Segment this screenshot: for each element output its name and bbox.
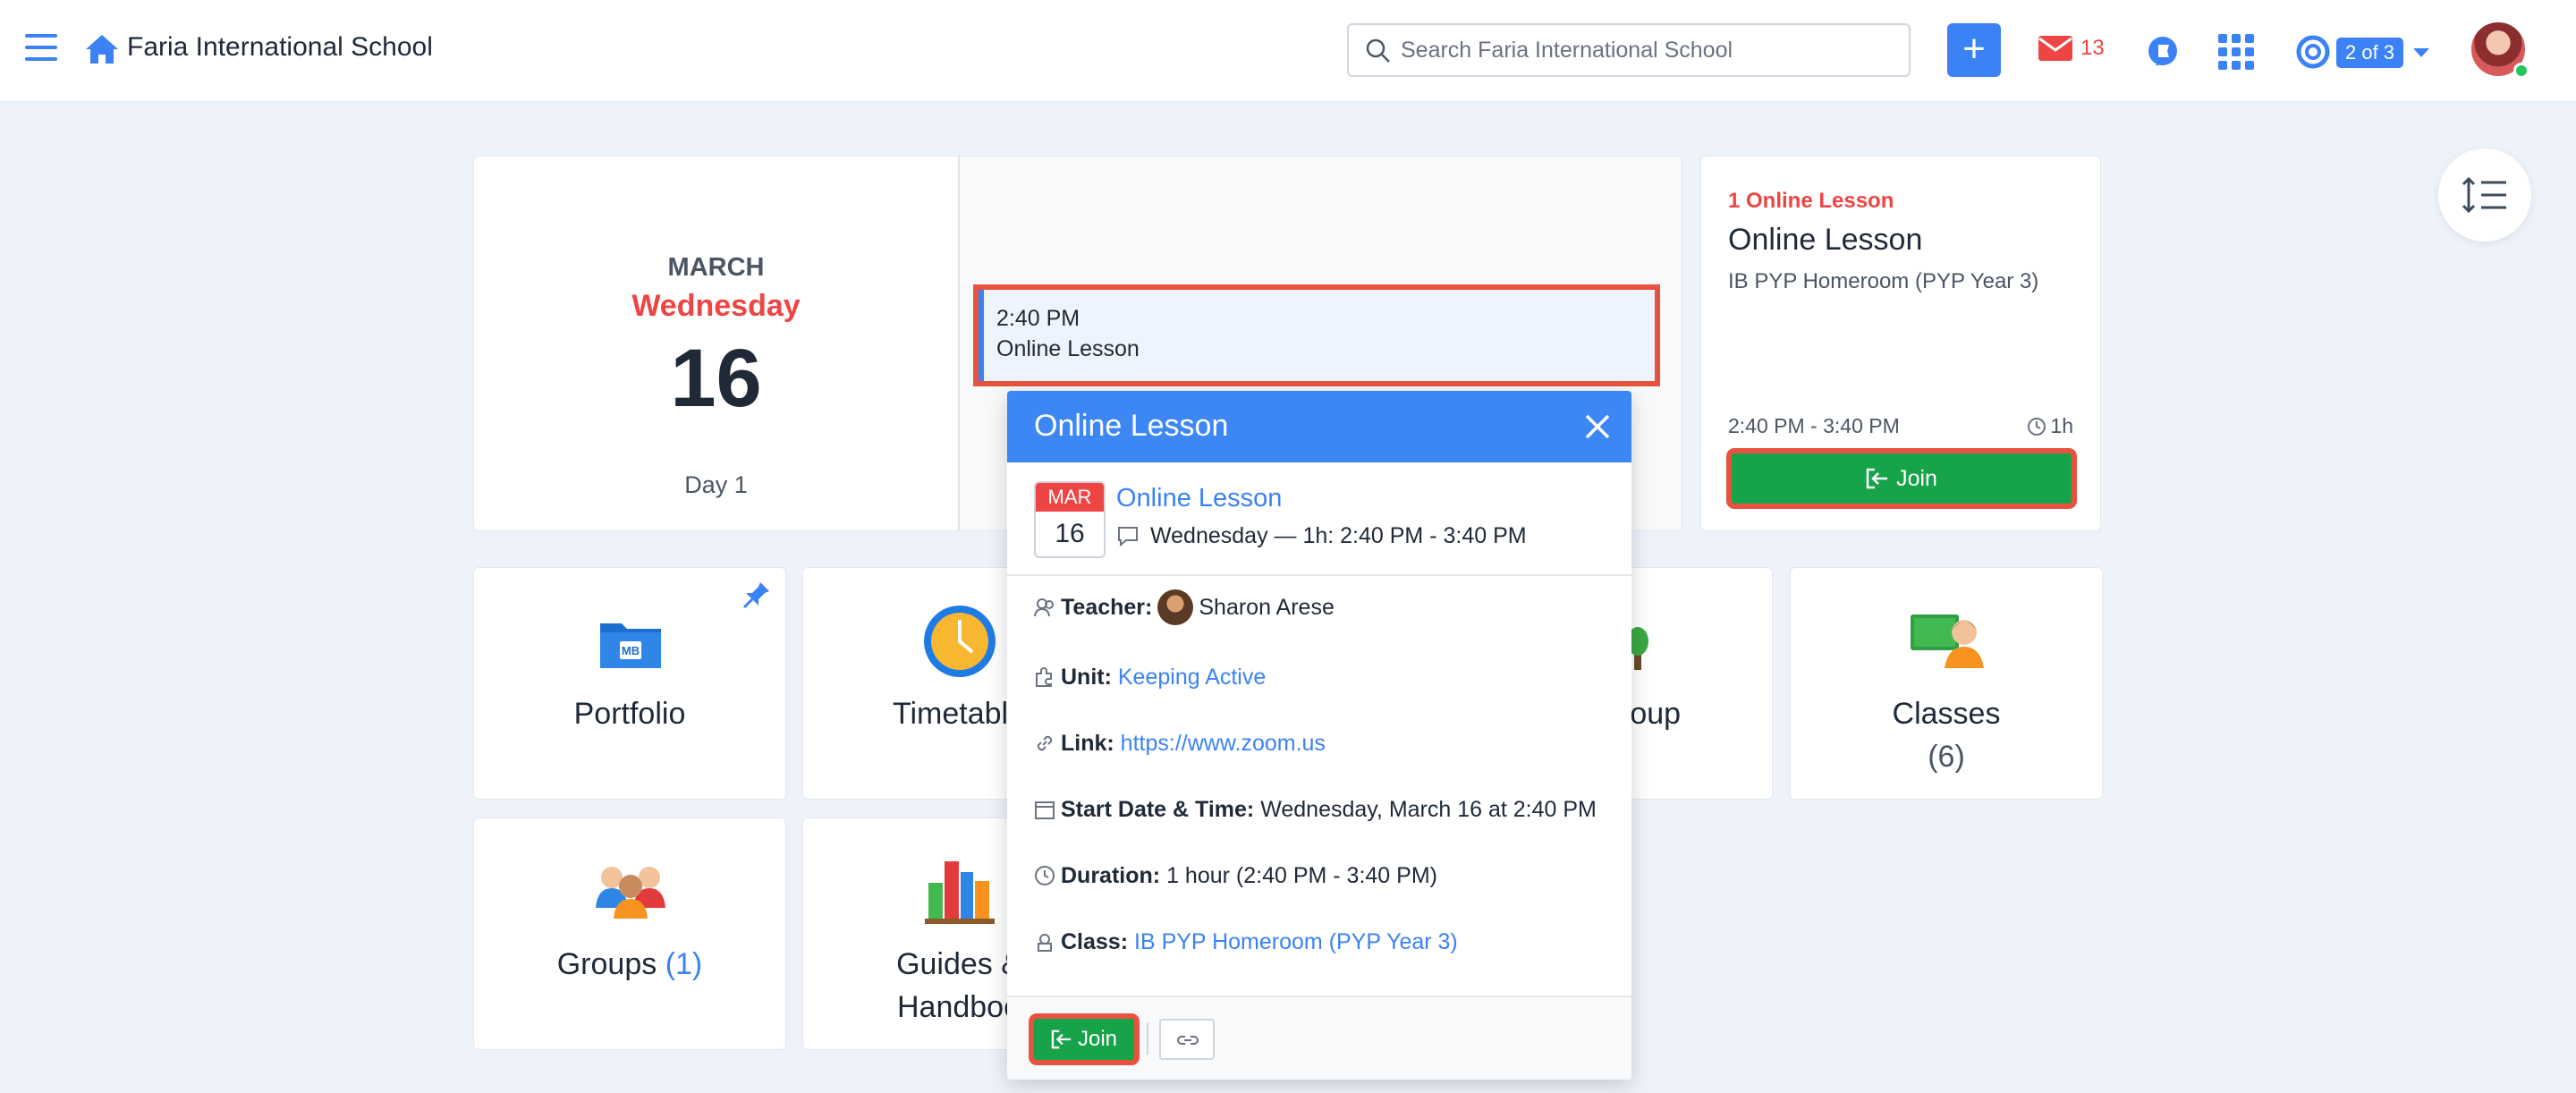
join-label: Join [1077, 1027, 1118, 1051]
cal-day: 16 [1055, 519, 1085, 548]
start-row: Start Date & Time: Wednesday, March 16 a… [1034, 797, 1597, 823]
people-icon [596, 867, 665, 919]
popup-footer: Join [1007, 997, 1631, 1080]
lesson-time: 2:40 PM - 3:40 PM [1728, 414, 1900, 437]
lesson-title[interactable]: Online Lesson [1728, 223, 1922, 258]
popup-when: Wednesday — 1h: 2:40 PM - 3:40 PM [1116, 523, 1527, 549]
divider [1007, 574, 1631, 576]
tile-portfolio[interactable]: MB Portfolio [473, 567, 786, 800]
link-row: Link: https://www.zoom.us [1034, 731, 1326, 757]
class-row: Class: IB PYP Homeroom (PYP Year 3) [1034, 929, 1458, 955]
sign-in-icon [1051, 1029, 1072, 1049]
clock-icon [1035, 866, 1055, 885]
books-icon [925, 861, 995, 924]
join-label: Join [1896, 466, 1937, 491]
clock-icon [924, 606, 996, 677]
unit-row: Unit: Keeping Active [1034, 665, 1266, 691]
pin-icon[interactable] [741, 579, 773, 611]
unit-label: Unit: [1061, 665, 1112, 690]
event-time: 2:40 PM [996, 306, 1080, 331]
clock-icon [2028, 418, 2046, 436]
teacher-icon [1034, 598, 1054, 617]
school-name[interactable]: Faria International School [127, 32, 433, 63]
weekday-label: Wednesday [631, 289, 801, 323]
rotation-day-label: Day 1 [684, 471, 748, 498]
duration-value: 1 hour (2:40 PM - 3:40 PM) [1166, 863, 1437, 888]
close-icon[interactable] [1583, 412, 1612, 441]
calendar-date-icon: MAR 16 [1034, 481, 1106, 558]
class-link[interactable]: IB PYP Homeroom (PYP Year 3) [1134, 929, 1458, 954]
tile-label: Portfolio [573, 697, 686, 731]
groups-count: (1) [665, 947, 703, 981]
line-height-icon [2462, 176, 2506, 214]
home-icon[interactable] [84, 32, 120, 66]
divider [958, 157, 960, 530]
chat-icon[interactable] [2145, 34, 2181, 70]
divider [1147, 1022, 1148, 1055]
search-input[interactable] [1401, 32, 1893, 68]
day-number: 16 [670, 333, 762, 424]
copy-link-button[interactable] [1159, 1019, 1215, 1060]
lesson-class: IB PYP Homeroom (PYP Year 3) [1728, 269, 2039, 293]
comment-icon [1118, 527, 1138, 547]
teacher-row: Teacher: Sharon Arese [1034, 589, 1335, 625]
teacher-avatar [1157, 589, 1194, 625]
teacher-name: Sharon Arese [1199, 595, 1335, 620]
duration-row: Duration: 1 hour (2:40 PM - 3:40 PM) [1034, 863, 1437, 889]
start-value: Wednesday, March 16 at 2:40 PM [1260, 797, 1597, 822]
lesson-duration-text: 1h [2050, 414, 2073, 437]
popup-header: Online Lesson [1007, 391, 1631, 462]
link-icon [1177, 1036, 1199, 1045]
lesson-details-popup: Online Lesson MAR 16 Online Lesson Wedne… [1007, 391, 1631, 1080]
mail-count-badge: 13 [2080, 36, 2105, 60]
teacher-label: Teacher: [1061, 595, 1153, 620]
online-lesson-card: 1 Online Lesson Online Lesson IB PYP Hom… [1700, 156, 2101, 531]
link-label: Link: [1061, 731, 1114, 756]
start-label: Start Date & Time: [1061, 797, 1255, 822]
groups-label: Groups [556, 947, 657, 981]
join-lesson-button[interactable]: Join [1726, 448, 2077, 509]
popup-join-button[interactable]: Join [1029, 1013, 1140, 1065]
search-box[interactable] [1347, 23, 1911, 77]
tile-classes[interactable]: Classes (6) [1790, 567, 2103, 800]
event-title: Online Lesson [996, 336, 1140, 361]
classes-count: (6) [1928, 740, 1965, 774]
unit-link[interactable]: Keeping Active [1118, 665, 1266, 690]
menu-icon[interactable] [25, 34, 57, 61]
calendar-icon [1035, 801, 1055, 819]
online-lesson-count: 1 Online Lesson [1728, 189, 1894, 213]
meeting-link[interactable]: https://www.zoom.us [1121, 731, 1326, 756]
cal-month: MAR [1036, 483, 1104, 512]
add-button[interactable]: + [1947, 23, 2001, 77]
puzzle-icon [1036, 667, 1052, 687]
class-icon [1038, 934, 1052, 952]
help-progress-badge[interactable]: 2 of 3 [2336, 38, 2404, 68]
popup-when-text: Wednesday — 1h: 2:40 PM - 3:40 PM [1150, 523, 1527, 548]
tile-label: roup [1620, 697, 1682, 731]
tile-label: Groups (1) [474, 947, 785, 982]
mail-icon[interactable] [2038, 34, 2073, 63]
link-icon [1037, 735, 1053, 751]
reorder-button[interactable] [2438, 148, 2531, 241]
tile-groups[interactable]: Groups (1) [473, 818, 786, 1050]
schedule-event-online-lesson[interactable]: 2:40 PM Online Lesson [973, 284, 1660, 386]
class-label: Class: [1061, 929, 1129, 954]
sign-in-icon [1866, 468, 1888, 489]
popup-lesson-link[interactable]: Online Lesson [1116, 484, 1282, 513]
online-status-dot [2513, 63, 2529, 79]
top-bar: Faria International School + 13 2 of 3 [0, 0, 2576, 102]
classes-icon [1911, 614, 1984, 668]
portfolio-folder-icon: MB [600, 623, 661, 668]
duration-label: Duration: [1061, 863, 1161, 888]
chevron-down-icon[interactable] [2413, 48, 2429, 57]
lifebuoy-icon[interactable] [2295, 34, 2331, 70]
month-label: MARCH [667, 253, 765, 282]
search-icon [1366, 38, 1390, 63]
apps-grid-icon[interactable] [2218, 34, 2254, 70]
tile-label: Classes [1892, 697, 2001, 731]
lesson-duration: 1h [2027, 414, 2073, 438]
svg-text:MB: MB [622, 644, 640, 657]
popup-title: Online Lesson [1034, 409, 1229, 443]
